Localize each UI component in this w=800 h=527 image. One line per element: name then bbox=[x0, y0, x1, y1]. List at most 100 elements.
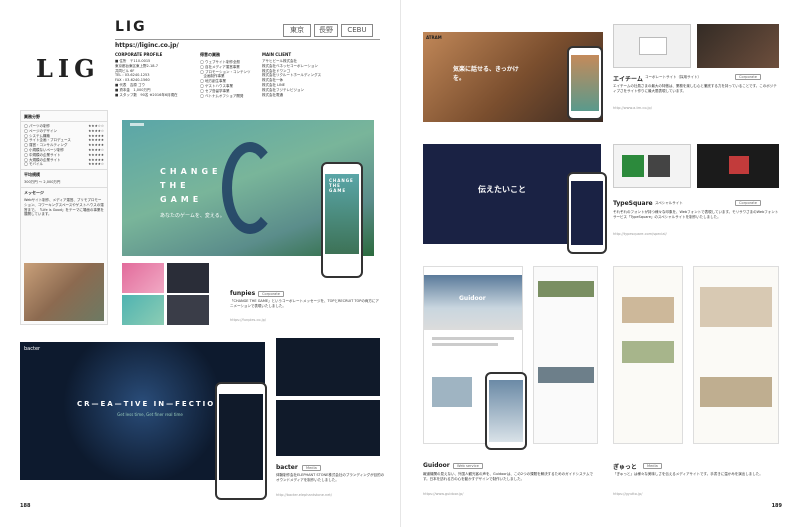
thumbnail-block bbox=[729, 156, 749, 174]
funpies-mobile-mock: CHANGE THE GAME bbox=[321, 162, 363, 278]
thumbnail-block bbox=[622, 155, 644, 177]
atrium-title: エイチーム bbox=[613, 76, 643, 83]
hero-text-line: GAME bbox=[160, 195, 203, 204]
typesquare-thumbnail-2 bbox=[697, 144, 779, 188]
left-page: LIG LIG 東京 長野 CEBU https://liginc.co.jp/… bbox=[0, 0, 400, 527]
funpies-description: 「CHANGE THE GAME」というコーポレートメッセージを、TOPとREC… bbox=[230, 299, 379, 308]
message-heading: メッセージ bbox=[21, 186, 107, 198]
hero-text-line: CHANGE bbox=[160, 167, 222, 176]
atrium-thumbnail-1 bbox=[613, 24, 691, 68]
atrium-logo: ATRAM bbox=[426, 35, 442, 40]
guidoor-page-screenshot bbox=[533, 266, 598, 444]
title-divider bbox=[115, 39, 380, 40]
hero-subtext: あなたのゲームを、変える。 bbox=[160, 213, 225, 219]
gyutto-badge: Media bbox=[643, 463, 662, 469]
bacter-logo: bacter bbox=[24, 346, 41, 352]
bacter-mobile-mock bbox=[215, 382, 267, 500]
thumbnail bbox=[167, 263, 209, 293]
guidoor-url[interactable]: https://www.guidoor.jp/ bbox=[423, 492, 463, 497]
typesquare-subtitle: スペシャルサイト bbox=[655, 201, 683, 205]
site-logo-mark bbox=[130, 123, 144, 126]
profile-heading: CORPORATE PROFILE bbox=[115, 52, 163, 57]
typesquare-mobile-mock bbox=[567, 172, 607, 254]
mobile-screen: CHANGE THE GAME bbox=[325, 174, 359, 254]
bacter-hero-subtext: Get less time, Get finer real time bbox=[117, 412, 183, 417]
mobile-screen bbox=[489, 380, 523, 442]
bacter-badge: Media bbox=[302, 465, 321, 471]
bacter-description: 体験制作会社ELEPHANT STONE株式会社のブランディングが目的のオウンド… bbox=[276, 473, 385, 482]
client-line: 株式会社電通 bbox=[262, 92, 283, 97]
thumbnail bbox=[122, 263, 164, 293]
city-tag-tokyo: 東京 bbox=[283, 24, 311, 37]
right-page: ATRAM 気楽に話せる、きっかけを。 エイチーム コーポレートサイト（採用サイ… bbox=[400, 0, 800, 527]
content-image bbox=[432, 377, 472, 407]
gyutto-description: 「ぎゅっと」は様々な美味しさを伝えるメディアサイトです。手書きに温かみを演出しま… bbox=[613, 472, 763, 476]
guidoor-hero-image: Guidoor bbox=[424, 275, 522, 330]
bacter-thumbnail-1 bbox=[276, 338, 380, 396]
atrium-mobile-mock bbox=[567, 46, 603, 120]
content-image bbox=[700, 377, 772, 407]
atrium-thumbnail-card bbox=[639, 37, 667, 55]
atrium-thumbnail-2 bbox=[697, 24, 779, 68]
text-line bbox=[432, 337, 514, 340]
funpies-title: funpies bbox=[230, 290, 256, 297]
guidoor-description: 報道機関の見えない、外国人観光客の声を、Guidoorは、この2つの課題を解決す… bbox=[423, 472, 593, 481]
message-text: Webサイト制作、メディア運営、プリモプロモーション、コワーキングスペースやゲス… bbox=[24, 197, 104, 217]
typesquare-description: それぞれのフォントが持つ様々な印象を、Webフォントで表現しています。モリサワさ… bbox=[613, 210, 779, 219]
typesquare-badge: Corporate bbox=[735, 200, 761, 206]
city-tag-nagano: 長野 bbox=[314, 24, 338, 37]
city-tag-cebu: CEBU bbox=[341, 24, 373, 37]
guidoor-title: Guidoor bbox=[423, 462, 450, 469]
team-photo bbox=[24, 263, 104, 321]
business-areas: 得意の業務 ◯ ウェブサイト制作全般 ◯ 自社メディア運営事業 ◯ プロモーショ… bbox=[200, 52, 260, 98]
funpies-badge: Corporate bbox=[258, 291, 284, 297]
gyutto-title: ぎゅっと bbox=[613, 464, 637, 471]
corporate-profile: CORPORATE PROFILE ■ 住所 〒110-0015 東京都台東区東… bbox=[115, 52, 200, 97]
budget-heading: 平均規模 bbox=[21, 169, 107, 180]
mobile-screen bbox=[571, 181, 603, 245]
skills-sidebar: 業務分野 ◯ パーツの制作 ★★★☆☆ ◯ ページのデザイン ★★★★☆ ◯ システ… bbox=[20, 110, 108, 325]
company-url[interactable]: https://liginc.co.jp/ bbox=[115, 42, 179, 49]
atrium-hero-text: 気楽に話せる、きっかけを。 bbox=[453, 66, 519, 82]
typesquare-title: TypeSquare bbox=[613, 200, 653, 207]
thumbnail bbox=[167, 295, 209, 325]
content-image bbox=[538, 367, 594, 383]
mobile-hero-text: CHANGE THE GAME bbox=[329, 178, 354, 193]
atrium-subtitle: コーポレートサイト（採用サイト） bbox=[645, 75, 701, 79]
profile-line: ■ スタッフ数 90名 ※2016年6月現在 bbox=[115, 92, 178, 97]
bacter-url[interactable]: http://bacter.elephantstone.net/ bbox=[276, 493, 332, 498]
funpies-url[interactable]: https://funpies.co.jp/ bbox=[230, 318, 266, 323]
mobile-screen bbox=[219, 394, 263, 480]
mobile-screen bbox=[571, 55, 599, 111]
content-image bbox=[622, 297, 674, 323]
typesquare-thumbnail-1 bbox=[613, 144, 691, 188]
gyutto-page-screenshot bbox=[693, 266, 779, 444]
typesquare-hero-text: 伝えたいこと bbox=[478, 185, 526, 194]
atrium-description: エイチームの社員さまの最大の特徴は、業務を楽しむ心と徹底する力を持っていることで… bbox=[613, 84, 777, 93]
bacter-hero-text: CR—EA—TIVE IN—FECTION bbox=[76, 400, 224, 408]
content-image bbox=[538, 281, 594, 297]
hero-text-line: THE bbox=[160, 181, 190, 190]
guidoor-badge: Web service bbox=[453, 463, 483, 469]
tool-line: ◯ ベトナムオフショア開発 bbox=[200, 93, 244, 98]
thumbnail-block bbox=[648, 155, 670, 177]
typesquare-url[interactable]: http://typesquare.com/special/ bbox=[613, 232, 667, 237]
content-image bbox=[700, 287, 772, 327]
main-clients: MAIN CLIENT アサヒビール株式会社 株式会社ベネッセコーポレーション … bbox=[262, 52, 377, 97]
page-number: 188 bbox=[20, 503, 31, 509]
company-title: LIG bbox=[115, 19, 147, 35]
guidoor-mobile-mock bbox=[485, 372, 527, 450]
gyutto-url[interactable]: https://gyutto.jp/ bbox=[613, 492, 642, 497]
atrium-badge: Corporate bbox=[735, 74, 761, 80]
bacter-title: bacter bbox=[276, 464, 298, 471]
lig-logo: LIG bbox=[36, 54, 100, 83]
gyutto-screenshot bbox=[613, 266, 683, 444]
atrium-url[interactable]: http://www.a-tm.co.jp/ bbox=[613, 106, 652, 111]
tools-heading: 得意の業務 bbox=[200, 52, 220, 57]
budget-value: 300万円 〜 2,000万円 bbox=[24, 180, 61, 185]
skill-row: ◯ モバイル ★★★★☆ bbox=[24, 162, 104, 167]
content-image bbox=[622, 341, 674, 363]
g-letter-graphic bbox=[222, 142, 278, 234]
atrium-header-bar: ATRAM bbox=[423, 24, 603, 40]
skills-heading: 業務分野 bbox=[21, 111, 107, 122]
